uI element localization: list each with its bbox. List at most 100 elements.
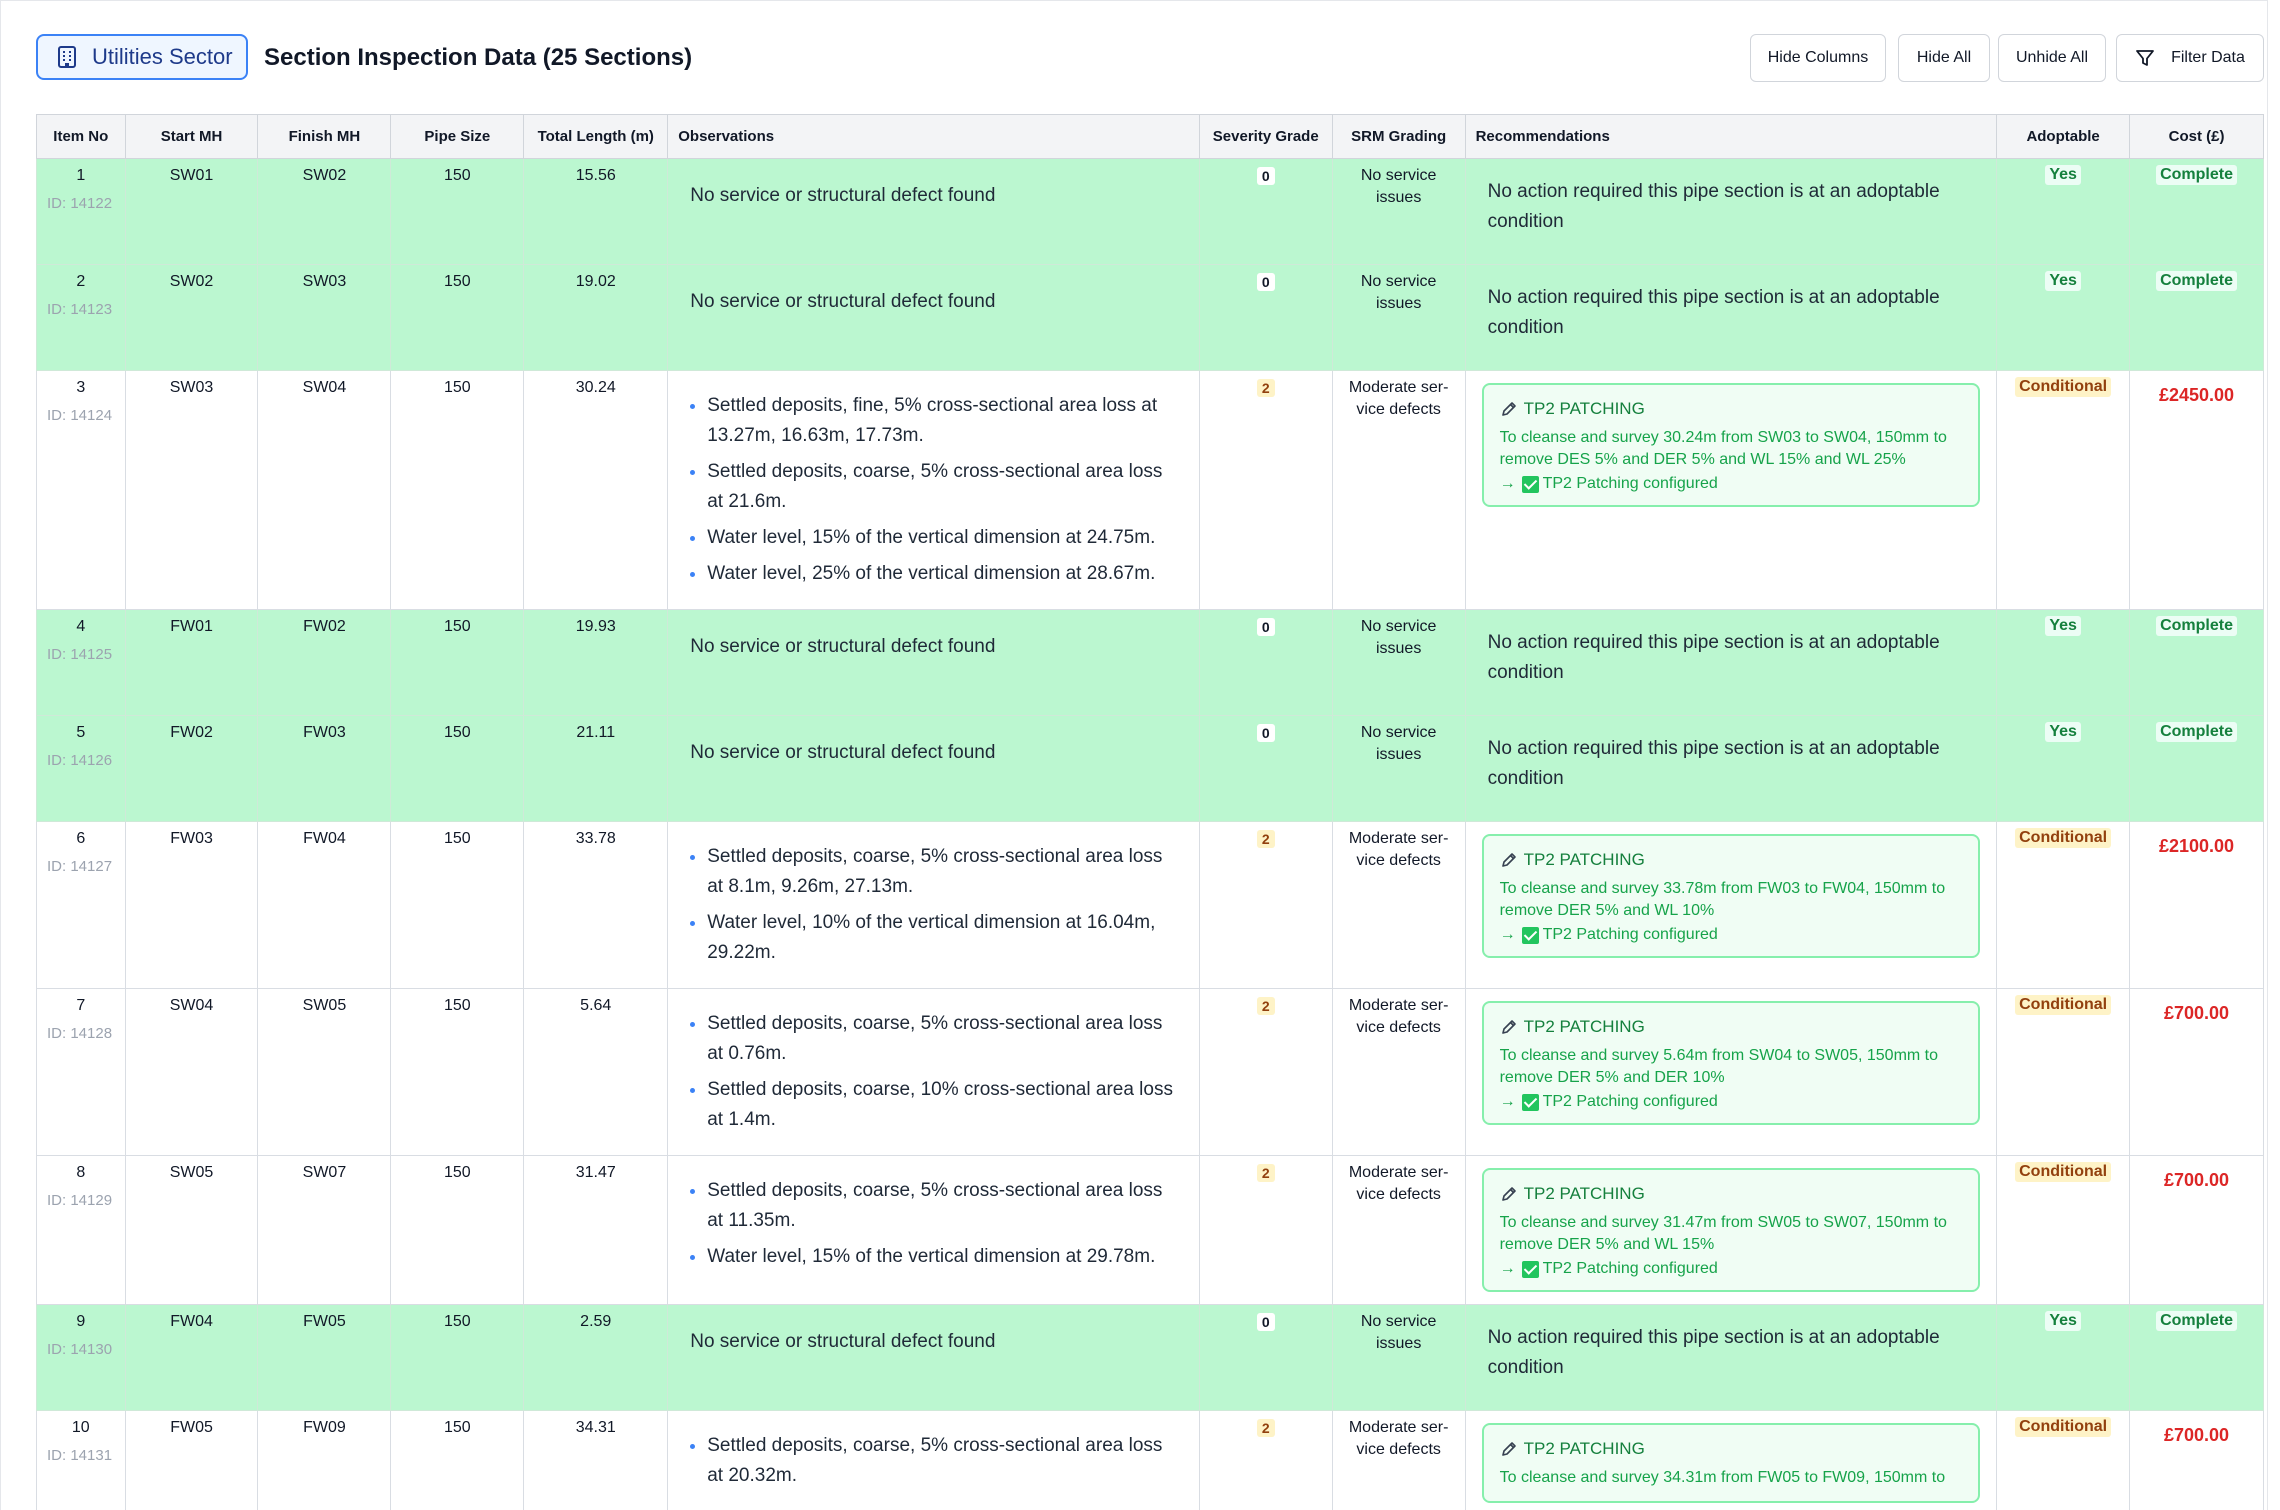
col-header-finish-mh[interactable]: Finish MH [257,114,392,159]
observation-item: Water level, 15% of the vertical dimensi… [690,523,1183,553]
observation-item: Settled deposits, coarse, 10% cross-sect… [690,1075,1183,1135]
total-length: 15.56 [575,167,616,184]
recommendation-text: No action required this pipe section is … [1487,181,1940,232]
cost-cell: £2450.00 [2129,370,2264,610]
observation-text: No service or structural defect found [690,291,996,312]
adoptable-badge: Yes [2045,1311,2081,1331]
recommendation-text: No action required this pipe section is … [1487,287,1940,338]
total-length: 5.64 [580,997,612,1014]
severity-badge: 2 [1256,830,1275,848]
recommendations-cell: TP2 PATCHING To cleanse and survey 30.24m… [1464,370,1998,610]
table-row[interactable]: 4 ID: 14125 FW01 FW02 150 19.93 No service or … [36,609,2264,716]
col-header-adoptable[interactable]: Adoptable [1996,114,2131,159]
recommendation-configured: → TP2 Patching configured [1500,1093,1963,1111]
recommendation-configured: → TP2 Patching configured [1500,926,1963,944]
table-row[interactable]: 6 ID: 14127 FW03 FW04 150 33.78 Settled deposi… [36,821,2264,989]
finish-mh: FW03 [303,724,346,741]
building-icon [58,46,76,68]
start-mh: SW05 [169,1164,214,1181]
pipe-size: 150 [443,167,471,184]
table-row[interactable]: 7 ID: 14128 SW04 SW05 150 5.64 Settled deposit… [36,988,2264,1156]
severity-badge: 0 [1256,273,1275,291]
recommendations-cell: TP2 PATCHING To cleanse and survey 31.47m… [1464,1155,1998,1305]
cost-status-badge: Complete [2156,722,2237,742]
filter-data-button[interactable]: Filter Data [2116,34,2264,82]
item-cell: 7 ID: 14128 [36,988,126,1156]
recommendation-title: TP2 PATCHING [1523,1017,1645,1036]
col-header-srm-grading[interactable]: SRM Grading [1331,114,1466,159]
total-length: 34.31 [575,1419,616,1436]
table-row[interactable]: 5 ID: 14126 FW02 FW03 150 21.11 No service or … [36,715,2264,822]
total-length: 31.47 [575,1164,616,1181]
hide-all-button[interactable]: Hide All [1898,34,1990,82]
observations-cell: Settled deposits, fine, 5% cross-section… [667,370,1200,610]
table-row[interactable]: 9 ID: 14130 FW04 FW05 150 2.59 No service or s… [36,1304,2264,1411]
item-id: ID: 14126 [47,752,113,769]
srm-grading: Moderate ser-vice defects [1348,379,1449,418]
item-id: ID: 14129 [47,1192,113,1209]
col-header-start-mh[interactable]: Start MH [124,114,259,159]
srm-grading: Moderate ser-vice defects [1348,830,1449,869]
tp2-patching-card[interactable]: TP2 PATCHING To cleanse and survey 5.64m … [1481,1001,1981,1125]
finish-mh: SW05 [302,997,347,1014]
arrow-right-icon: → [1499,475,1516,492]
pencil-icon [1501,1187,1516,1201]
observation-item: Settled deposits, coarse, 5% cross-secti… [690,842,1183,902]
tp2-patching-card[interactable]: TP2 PATCHING To cleanse and survey 30.24m… [1481,383,1981,507]
finish-mh: SW07 [302,1164,347,1181]
severity-badge: 2 [1256,997,1275,1015]
item-number: 1 [76,167,86,184]
start-mh: SW01 [169,167,214,184]
recommendations-cell: TP2 PATCHING To cleanse and survey 5.64m … [1464,988,1998,1156]
item-cell: 1 ID: 14122 [36,158,126,265]
col-header-observations[interactable]: Observations [667,114,1200,159]
cost-value: £2100.00 [2158,836,2235,856]
adoptable-badge: Conditional [2015,828,2112,848]
severity-badge: 2 [1256,1164,1275,1182]
unhide-all-button[interactable]: Unhide All [1998,34,2106,82]
item-number: 5 [76,724,86,741]
tp2-patching-card[interactable]: TP2 PATCHING To cleanse and survey 31.47m… [1481,1168,1981,1292]
col-header-cost[interactable]: Cost (£) [2129,114,2264,159]
recommendation-text: No action required this pipe section is … [1487,1327,1940,1378]
recommendation-description: To cleanse and survey 34.31m from FW05 t… [1499,1469,1946,1486]
cost-status-badge: Complete [2156,1311,2237,1331]
observation-item: Settled deposits, fine, 5% cross-section… [690,391,1183,451]
sector-label: Utilities Sector [92,44,233,69]
col-header-total-length[interactable]: Total Length (m) [523,114,669,159]
total-length: 19.93 [575,618,616,635]
table-row[interactable]: 2 ID: 14123 SW02 SW03 150 19.02 No service or … [36,264,2264,371]
item-number: 3 [76,379,86,396]
severity-badge: 2 [1256,1419,1275,1437]
table-row[interactable]: 10 ID: 14131 FW05 FW09 150 34.31 Settled depos… [36,1410,2264,1510]
sector-button[interactable]: Utilities Sector [36,34,248,80]
table-row[interactable]: 1 ID: 14122 SW01 SW02 150 15.56 No service or … [36,158,2264,265]
observations-cell: No service or structural defect found [667,609,1200,716]
observation-text: No service or structural defect found [690,636,996,657]
start-mh: SW04 [169,997,214,1014]
pipe-size: 150 [443,618,471,635]
observations-cell: Settled deposits, coarse, 5% cross-secti… [667,1410,1200,1510]
check-box-icon [1521,1093,1539,1111]
observations-cell: Settled deposits, coarse, 5% cross-secti… [667,821,1200,989]
start-mh: SW02 [169,273,214,290]
table-row[interactable]: 8 ID: 14129 SW05 SW07 150 31.47 Settled deposi… [36,1155,2264,1305]
cost-status-badge: Complete [2156,165,2237,185]
recommendations-cell: No action required this pipe section is … [1464,1304,1998,1411]
severity-badge: 0 [1256,618,1275,636]
col-header-item-no[interactable]: Item No [36,114,126,159]
hide-columns-button[interactable]: Hide Columns [1750,34,1886,82]
item-id: ID: 14123 [47,301,113,318]
observations-cell: No service or structural defect found [667,264,1200,371]
table-row[interactable]: 3 ID: 14124 SW03 SW04 150 30.24 Settled deposi… [36,370,2264,610]
col-header-pipe-size[interactable]: Pipe Size [390,114,525,159]
col-header-severity-grade[interactable]: Severity Grade [1198,114,1333,159]
col-header-recommendations[interactable]: Recommendations [1464,114,1998,159]
tp2-patching-card[interactable]: TP2 PATCHING To cleanse and survey 34.31m… [1481,1423,1981,1503]
recommendation-description: To cleanse and survey 33.78m from FW03 t… [1499,880,1946,919]
observation-item: Settled deposits, coarse, 5% cross-secti… [690,1431,1183,1491]
adoptable-badge: Yes [2045,165,2081,185]
tp2-patching-card[interactable]: TP2 PATCHING To cleanse and survey 33.78m… [1481,834,1981,958]
start-mh: FW02 [170,724,213,741]
configured-label: TP2 Patching configured [1542,1260,1718,1277]
